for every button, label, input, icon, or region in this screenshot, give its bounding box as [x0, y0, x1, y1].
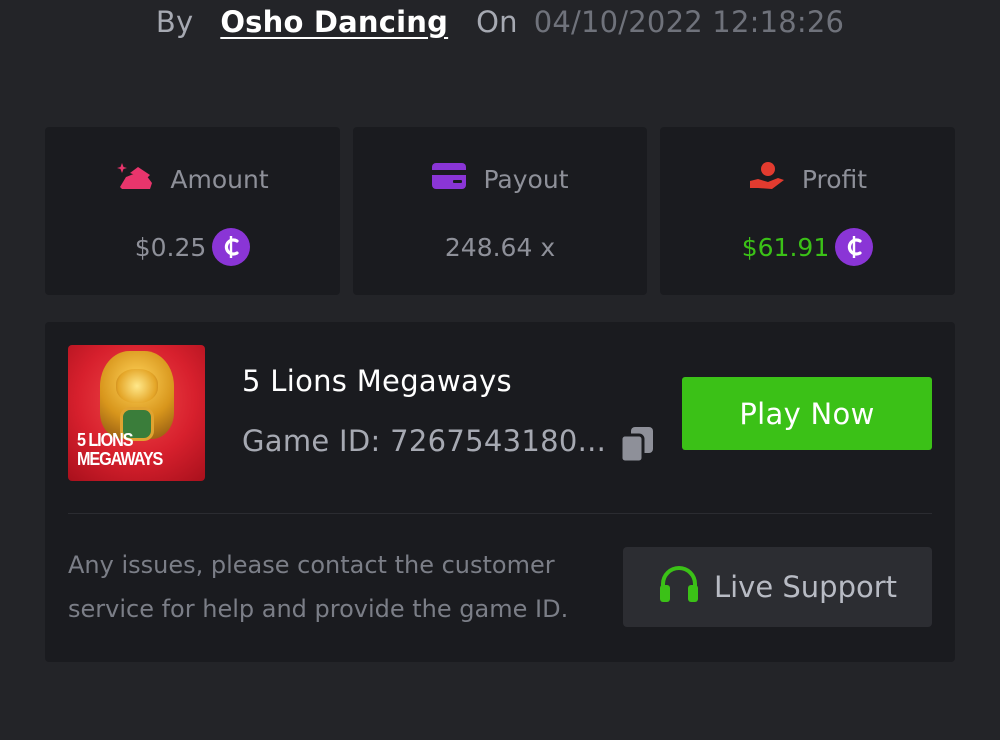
- game-title: 5 Lions Megaways: [242, 364, 512, 398]
- card-icon: [431, 162, 467, 196]
- live-support-button[interactable]: Live Support: [623, 547, 932, 627]
- profit-value: $61.91: [741, 232, 830, 262]
- hand-coin-icon: [748, 161, 786, 197]
- game-thumbnail[interactable]: 5 LIONS MEGAWAYS: [68, 345, 205, 481]
- payout-stat: Payout 248.64 x: [353, 127, 647, 295]
- divider: [68, 513, 932, 514]
- bet-amount-icon: [116, 161, 154, 197]
- bet-stats: Amount $0.25 Payout 248.64 x Profit $61.…: [45, 127, 955, 295]
- payout-label: Payout: [483, 164, 569, 194]
- bet-byline: By Osho Dancing On 04/10/2022 12:18:26: [0, 0, 1000, 44]
- help-text: Any issues, please contact the customer …: [68, 551, 569, 623]
- game-logo-text: 5 LIONS MEGAWAYS: [77, 430, 163, 469]
- amount-value: $0.25: [134, 232, 207, 262]
- live-support-label: Live Support: [713, 570, 898, 604]
- profit-label: Profit: [801, 164, 868, 194]
- play-now-button[interactable]: Play Now: [682, 377, 932, 450]
- profit-stat: Profit $61.91: [660, 127, 955, 295]
- on-label: On: [476, 5, 518, 39]
- game-id: Game ID: 7267543180...: [242, 424, 607, 458]
- game-card: 5 LIONS MEGAWAYS 5 Lions Megaways Game I…: [45, 322, 955, 662]
- by-label: By: [155, 5, 194, 39]
- bet-datetime: 04/10/2022 12:18:26: [533, 5, 845, 39]
- headset-icon: [658, 564, 700, 611]
- currency-coin-icon: [835, 228, 874, 266]
- amount-stat: Amount $0.25: [45, 127, 340, 295]
- copy-icon[interactable]: [619, 426, 655, 464]
- payout-value: 248.64 x: [444, 232, 556, 262]
- currency-coin-icon: [212, 228, 251, 266]
- amount-label: Amount: [170, 164, 269, 194]
- username-link[interactable]: Osho Dancing: [220, 5, 448, 39]
